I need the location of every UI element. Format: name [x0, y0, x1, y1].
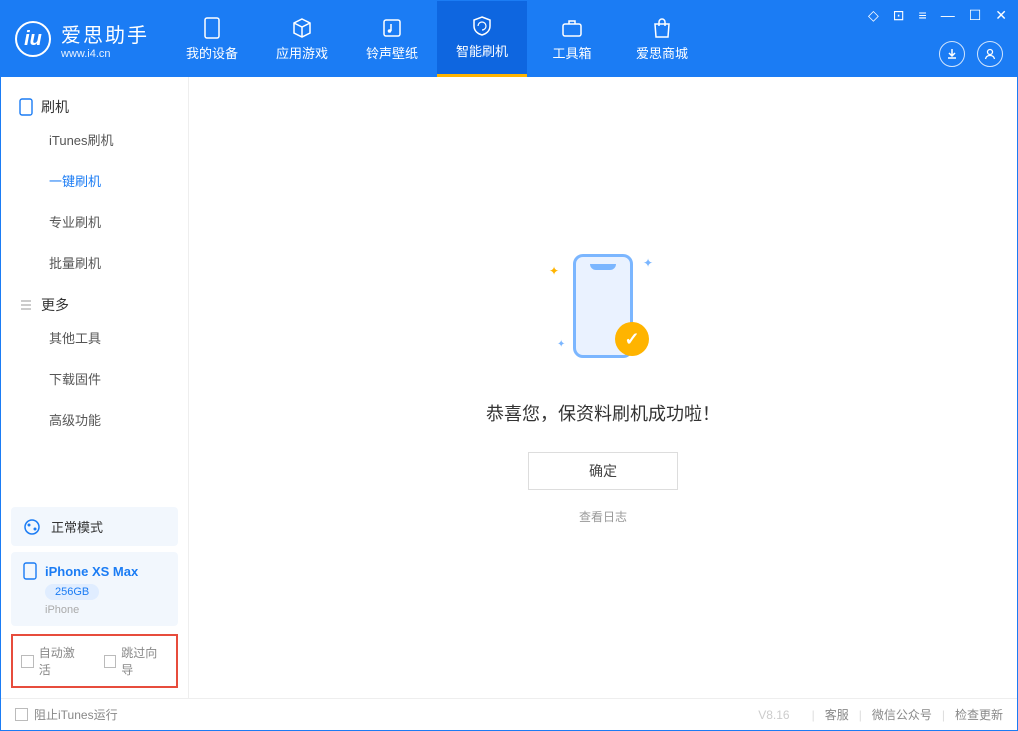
checkbox-label: 跳过向导 — [121, 644, 168, 678]
sidebar-item-advanced[interactable]: 高级功能 — [1, 399, 188, 440]
music-icon — [379, 17, 405, 39]
close-button[interactable]: ✕ — [995, 7, 1007, 24]
sparkle-icon: ✦ — [549, 264, 559, 278]
logo-area: iu 爱思助手 www.i4.cn — [1, 1, 167, 77]
footer-right: V8.16 | 客服 | 微信公众号 | 检查更新 — [758, 706, 1003, 723]
nav-store[interactable]: 爱思商城 — [617, 1, 707, 77]
checkbox-skip-guide[interactable]: 跳过向导 — [104, 644, 169, 678]
storage-badge: 256GB — [45, 584, 99, 600]
mode-card[interactable]: 正常模式 — [11, 507, 178, 546]
success-message: 恭喜您，保资料刷机成功啦！ — [486, 400, 720, 426]
options-row: 自动激活 跳过向导 — [11, 634, 178, 688]
bag-icon — [649, 17, 675, 39]
sidebar-item-pro-flash[interactable]: 专业刷机 — [1, 201, 188, 242]
sparkle-icon: ✦ — [643, 256, 653, 270]
header: iu 爱思助手 www.i4.cn 我的设备 应用游戏 铃声壁纸 智能刷机 — [1, 1, 1017, 77]
group-title: 刷机 — [41, 97, 69, 117]
footer-link-support[interactable]: 客服 — [825, 706, 849, 723]
nav-label: 工具箱 — [552, 43, 591, 62]
nav-label: 爱思商城 — [636, 43, 688, 62]
checkbox-box — [15, 708, 28, 721]
cube-icon — [289, 17, 315, 39]
group-title: 更多 — [41, 295, 69, 315]
menu-icon[interactable]: ≡ — [919, 7, 927, 24]
checkbox-label: 自动激活 — [39, 644, 86, 678]
nav-ringtones[interactable]: 铃声壁纸 — [347, 1, 437, 77]
ok-button[interactable]: 确定 — [528, 452, 678, 490]
sparkle-icon: ✦ — [557, 339, 565, 350]
sidebar-group-flash: 刷机 — [1, 85, 188, 119]
maximize-button[interactable]: ☐ — [969, 7, 982, 24]
checkbox-label: 阻止iTunes运行 — [34, 706, 118, 723]
main-content: ✦ ✦ ✦ ✓ 恭喜您，保资料刷机成功啦！ 确定 查看日志 — [189, 77, 1017, 698]
nav-label: 应用游戏 — [276, 43, 328, 62]
device-card[interactable]: iPhone XS Max 256GB iPhone — [11, 552, 178, 626]
device-type: iPhone — [45, 604, 79, 616]
user-button[interactable] — [977, 41, 1003, 67]
checkbox-block-itunes[interactable]: 阻止iTunes运行 — [15, 706, 118, 723]
sidebar-item-oneclick-flash[interactable]: 一键刷机 — [1, 160, 188, 201]
sidebar-group-more: 更多 — [1, 283, 188, 317]
device-icon — [23, 562, 37, 580]
refresh-shield-icon — [469, 15, 495, 37]
sidebar-item-batch-flash[interactable]: 批量刷机 — [1, 242, 188, 283]
success-illustration: ✦ ✦ ✦ ✓ — [543, 250, 663, 370]
view-log-link[interactable]: 查看日志 — [579, 508, 627, 525]
toolbox-icon — [559, 17, 585, 39]
device-icon — [199, 17, 225, 39]
checkbox-box — [104, 655, 117, 668]
logo-text: 爱思助手 www.i4.cn — [61, 19, 149, 60]
minimize-button[interactable]: — — [941, 7, 955, 24]
device-name: iPhone XS Max — [45, 564, 138, 579]
nav-my-device[interactable]: 我的设备 — [167, 1, 257, 77]
success-panel: ✦ ✦ ✦ ✓ 恭喜您，保资料刷机成功啦！ 确定 查看日志 — [486, 250, 720, 525]
tshirt-icon[interactable]: ◇ — [868, 7, 879, 24]
sidebar-item-other-tools[interactable]: 其他工具 — [1, 317, 188, 358]
nav-apps[interactable]: 应用游戏 — [257, 1, 347, 77]
checkbox-box — [21, 655, 34, 668]
nav-label: 我的设备 — [186, 43, 238, 62]
footer-link-update[interactable]: 检查更新 — [955, 706, 1003, 723]
check-badge-icon: ✓ — [615, 322, 649, 356]
top-nav: 我的设备 应用游戏 铃声壁纸 智能刷机 工具箱 爱思商城 — [167, 1, 707, 77]
body: 刷机 iTunes刷机 一键刷机 专业刷机 批量刷机 更多 其他工具 下载固件 … — [1, 77, 1017, 698]
footer: 阻止iTunes运行 V8.16 | 客服 | 微信公众号 | 检查更新 — [1, 698, 1017, 730]
sidebar-bottom: 正常模式 iPhone XS Max 256GB iPhone 自动激活 — [1, 501, 188, 698]
feedback-icon[interactable]: ⊡ — [893, 7, 905, 24]
phone-icon — [19, 98, 33, 116]
checkbox-auto-activate[interactable]: 自动激活 — [21, 644, 86, 678]
nav-flash[interactable]: 智能刷机 — [437, 1, 527, 77]
sidebar-item-itunes-flash[interactable]: iTunes刷机 — [1, 119, 188, 160]
mode-icon — [23, 518, 41, 536]
sidebar-scroll: 刷机 iTunes刷机 一键刷机 专业刷机 批量刷机 更多 其他工具 下载固件 … — [1, 77, 188, 501]
nav-label: 铃声壁纸 — [366, 43, 418, 62]
window-controls: ◇ ⊡ ≡ — ☐ ✕ — [868, 7, 1007, 24]
nav-label: 智能刷机 — [456, 41, 508, 60]
mode-label: 正常模式 — [51, 517, 103, 536]
logo-icon: iu — [15, 21, 51, 57]
nav-toolbox[interactable]: 工具箱 — [527, 1, 617, 77]
app-name: 爱思助手 — [61, 19, 149, 48]
app-window: iu 爱思助手 www.i4.cn 我的设备 应用游戏 铃声壁纸 智能刷机 — [0, 0, 1018, 731]
app-url: www.i4.cn — [61, 48, 149, 60]
list-icon — [19, 298, 33, 312]
sidebar: 刷机 iTunes刷机 一键刷机 专业刷机 批量刷机 更多 其他工具 下载固件 … — [1, 77, 189, 698]
sidebar-item-download-firmware[interactable]: 下载固件 — [1, 358, 188, 399]
footer-link-wechat[interactable]: 微信公众号 — [872, 706, 932, 723]
version-label: V8.16 — [758, 708, 789, 722]
download-button[interactable] — [939, 41, 965, 67]
header-right — [939, 41, 1003, 67]
